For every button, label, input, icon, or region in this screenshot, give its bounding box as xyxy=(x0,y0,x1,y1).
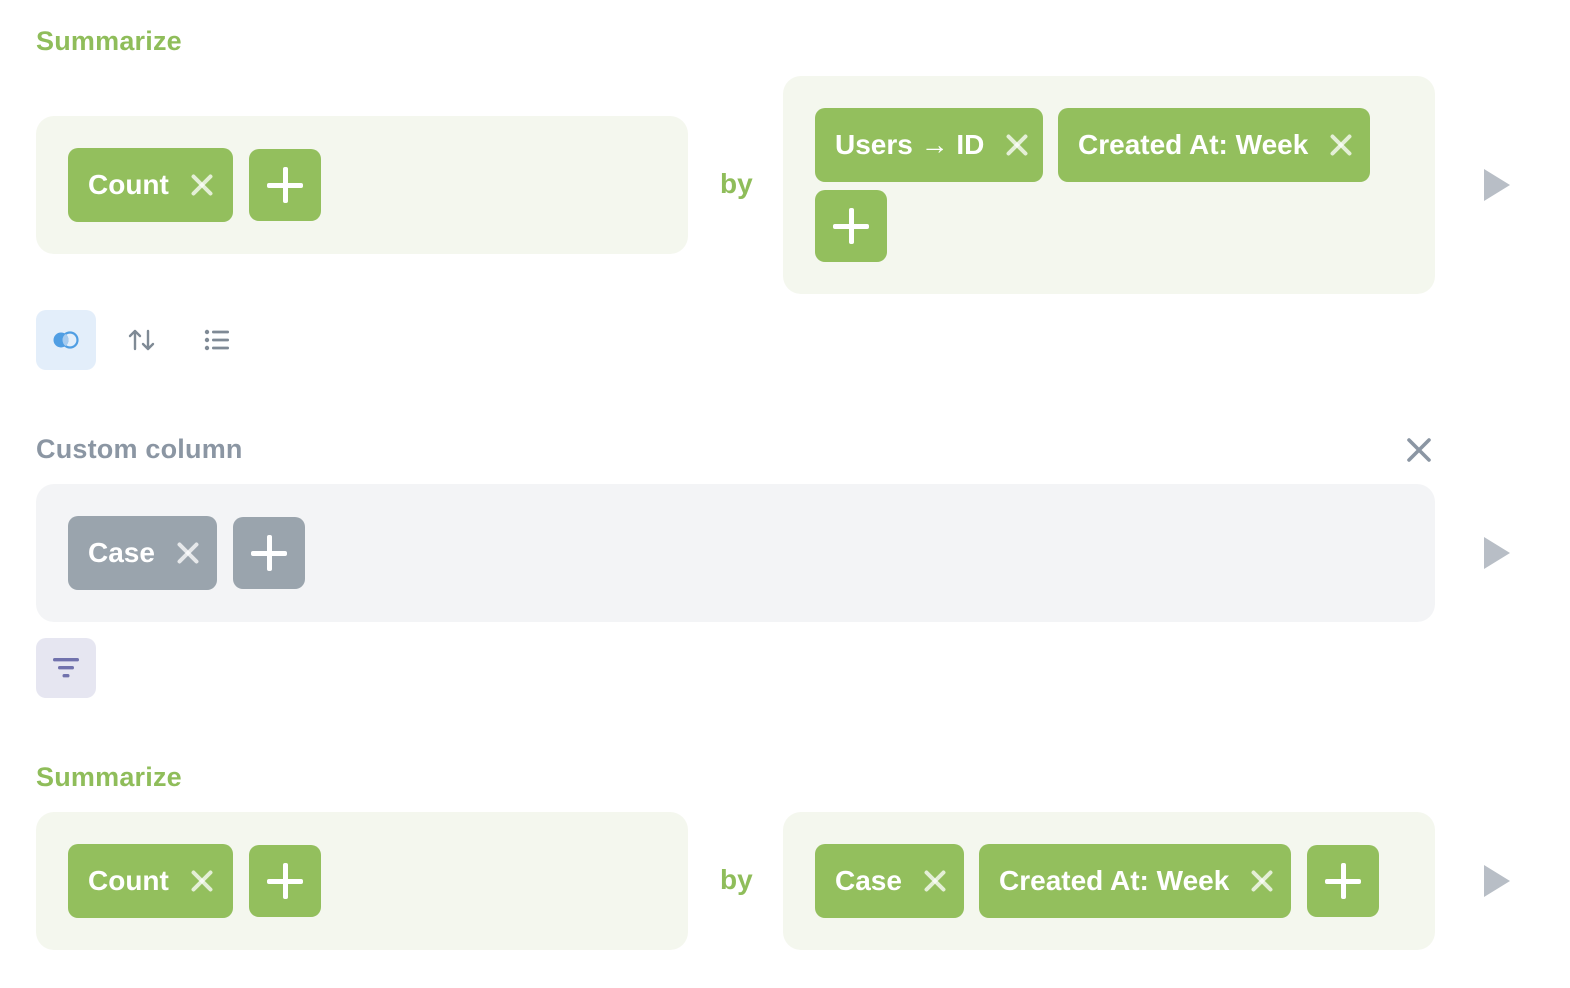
filter-button[interactable] xyxy=(36,638,96,698)
filter-icon xyxy=(53,658,79,678)
metric-pill-count[interactable]: Count xyxy=(68,844,233,918)
breakout-label: Users → ID xyxy=(835,129,985,160)
add-metric-button[interactable] xyxy=(249,845,321,917)
metric-pill-count[interactable]: Count xyxy=(68,148,233,222)
join-icon xyxy=(53,331,79,349)
sort-icon xyxy=(128,329,155,351)
remove-icon[interactable] xyxy=(1249,868,1275,894)
breakout-label: Created At: Week xyxy=(999,865,1230,896)
by-label: by xyxy=(720,168,753,199)
expression-pill-case[interactable]: Case xyxy=(68,516,217,590)
summarize-step-title: Summarize xyxy=(36,762,182,792)
breakout-pill-created-at-week[interactable]: Created At: Week xyxy=(1058,108,1370,182)
breakout-label: Case xyxy=(835,865,902,896)
remove-icon[interactable] xyxy=(189,868,215,894)
add-custom-column-button[interactable] xyxy=(233,517,305,589)
breakout-pill-case[interactable]: Case xyxy=(815,844,964,918)
join-button[interactable] xyxy=(36,310,96,370)
add-metric-button[interactable] xyxy=(249,149,321,221)
preview-play-icon[interactable] xyxy=(1484,169,1510,201)
remove-icon[interactable] xyxy=(189,172,215,198)
remove-icon[interactable] xyxy=(1004,132,1030,158)
preview-play-icon[interactable] xyxy=(1484,865,1510,897)
expression-label: Case xyxy=(88,537,155,568)
preview-play-icon[interactable] xyxy=(1484,537,1510,569)
sort-button[interactable] xyxy=(112,310,172,370)
list-icon xyxy=(204,329,229,351)
add-breakout-button[interactable] xyxy=(815,190,887,262)
remove-icon[interactable] xyxy=(922,868,948,894)
remove-icon[interactable] xyxy=(1328,132,1354,158)
add-breakout-button[interactable] xyxy=(1307,845,1379,917)
metric-label: Count xyxy=(88,169,169,200)
limit-button[interactable] xyxy=(187,310,247,370)
summarize-step-title: Summarize xyxy=(36,26,182,56)
remove-step-icon[interactable] xyxy=(1406,437,1432,463)
breakout-label: Created At: Week xyxy=(1078,129,1309,160)
by-label: by xyxy=(720,864,753,895)
custom-column-step-title: Custom column xyxy=(36,434,243,464)
breakout-pill-users-id[interactable]: Users → ID xyxy=(815,108,1043,182)
remove-icon[interactable] xyxy=(175,540,201,566)
breakout-pill-created-at-week[interactable]: Created At: Week xyxy=(979,844,1291,918)
metric-label: Count xyxy=(88,865,169,896)
